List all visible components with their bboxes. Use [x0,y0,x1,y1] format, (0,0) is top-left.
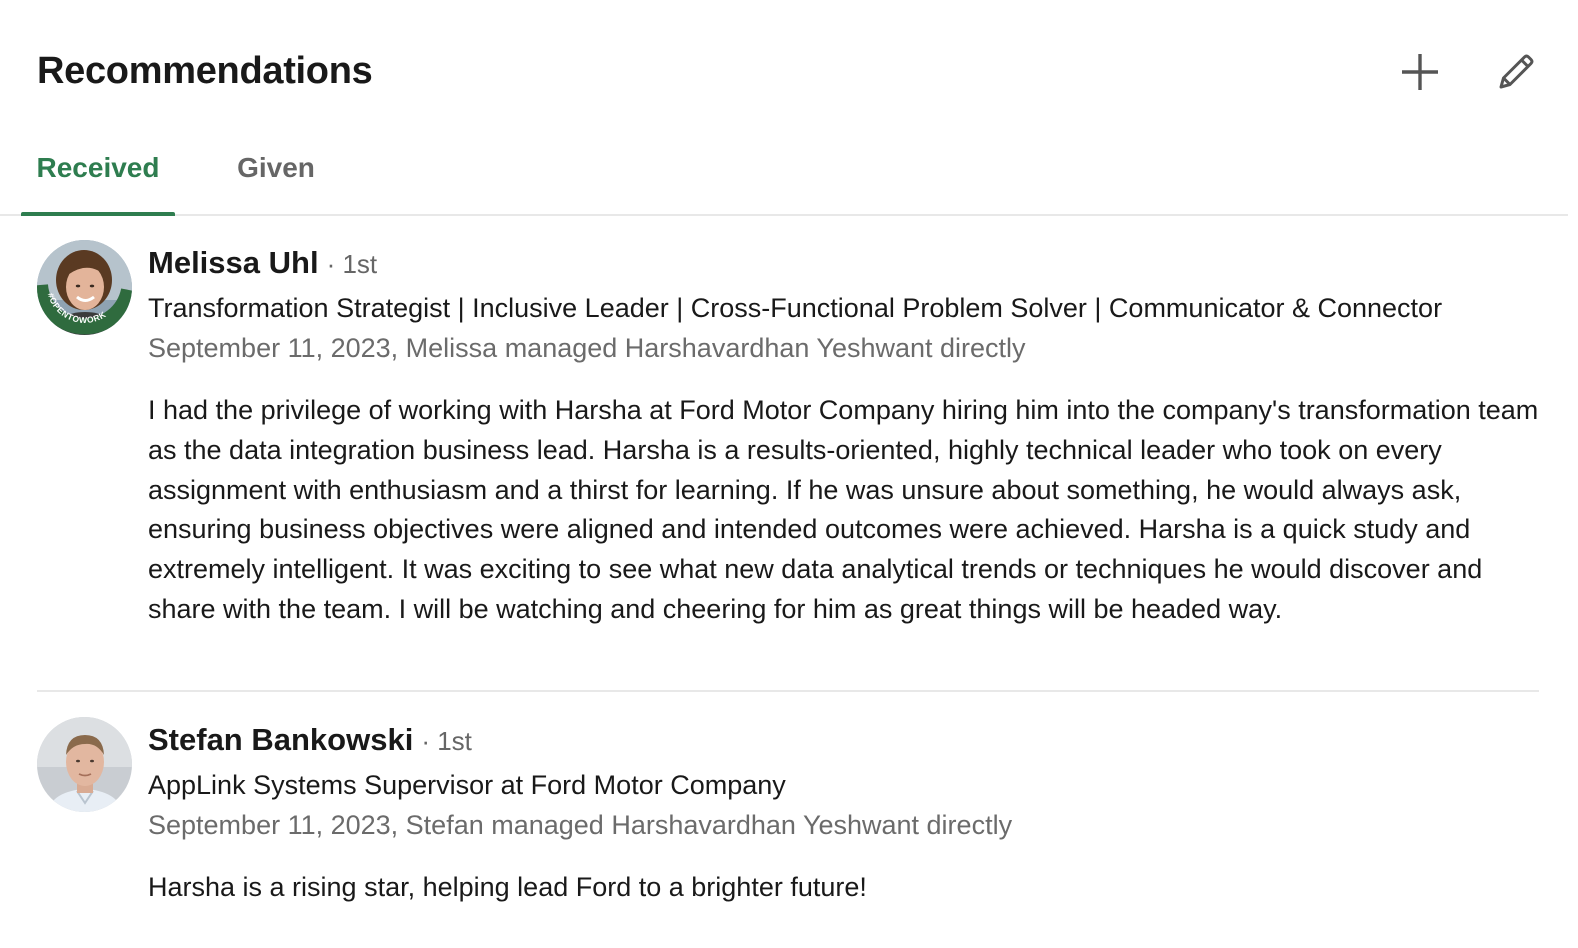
recommendation-meta: September 11, 2023, Melissa managed Hars… [148,333,1026,363]
avatar[interactable]: #OPENTOWORK [37,240,132,335]
section-header: Recommendations [37,46,1578,102]
author-headline: AppLink Systems Supervisor at Ford Motor… [148,770,786,800]
pencil-icon [1499,54,1534,89]
recommendation-content: Melissa Uhl · 1st Transformation Strateg… [148,238,1539,630]
author-name[interactable]: Melissa Uhl [148,238,319,288]
profile-photo [37,717,132,812]
divider [37,690,1539,692]
recommendation-tabs: Received Given [0,122,1568,216]
plus-icon [1402,54,1438,90]
author-headline: Transformation Strategist | Inclusive Le… [148,293,1443,323]
author-line: Stefan Bankowski · 1st [148,715,1539,765]
connection-degree: · 1st [326,249,378,279]
avatar[interactable] [37,717,132,812]
tab-received[interactable]: Received [21,122,175,216]
recommendation-content: Stefan Bankowski · 1st AppLink Systems S… [148,715,1539,908]
recommendation-text: I had the privilege of working with Hars… [148,395,1539,624]
author-name[interactable]: Stefan Bankowski [148,715,413,765]
connection-degree: · 1st [421,726,472,756]
section-title: Recommendations [37,50,373,92]
recommendation-text: Harsha is a rising star, helping lead Fo… [148,872,867,902]
author-line: Melissa Uhl · 1st [148,238,1539,288]
profile-photo: #OPENTOWORK [37,240,132,335]
add-recommendation-button[interactable] [1394,46,1446,98]
tab-given[interactable]: Given [214,122,338,214]
recommendations-section: Recommendations Received Given #OPENTOWO… [0,0,1578,948]
recommendation-meta: September 11, 2023, Stefan managed Harsh… [148,810,1013,840]
edit-recommendations-button[interactable] [1490,46,1542,98]
